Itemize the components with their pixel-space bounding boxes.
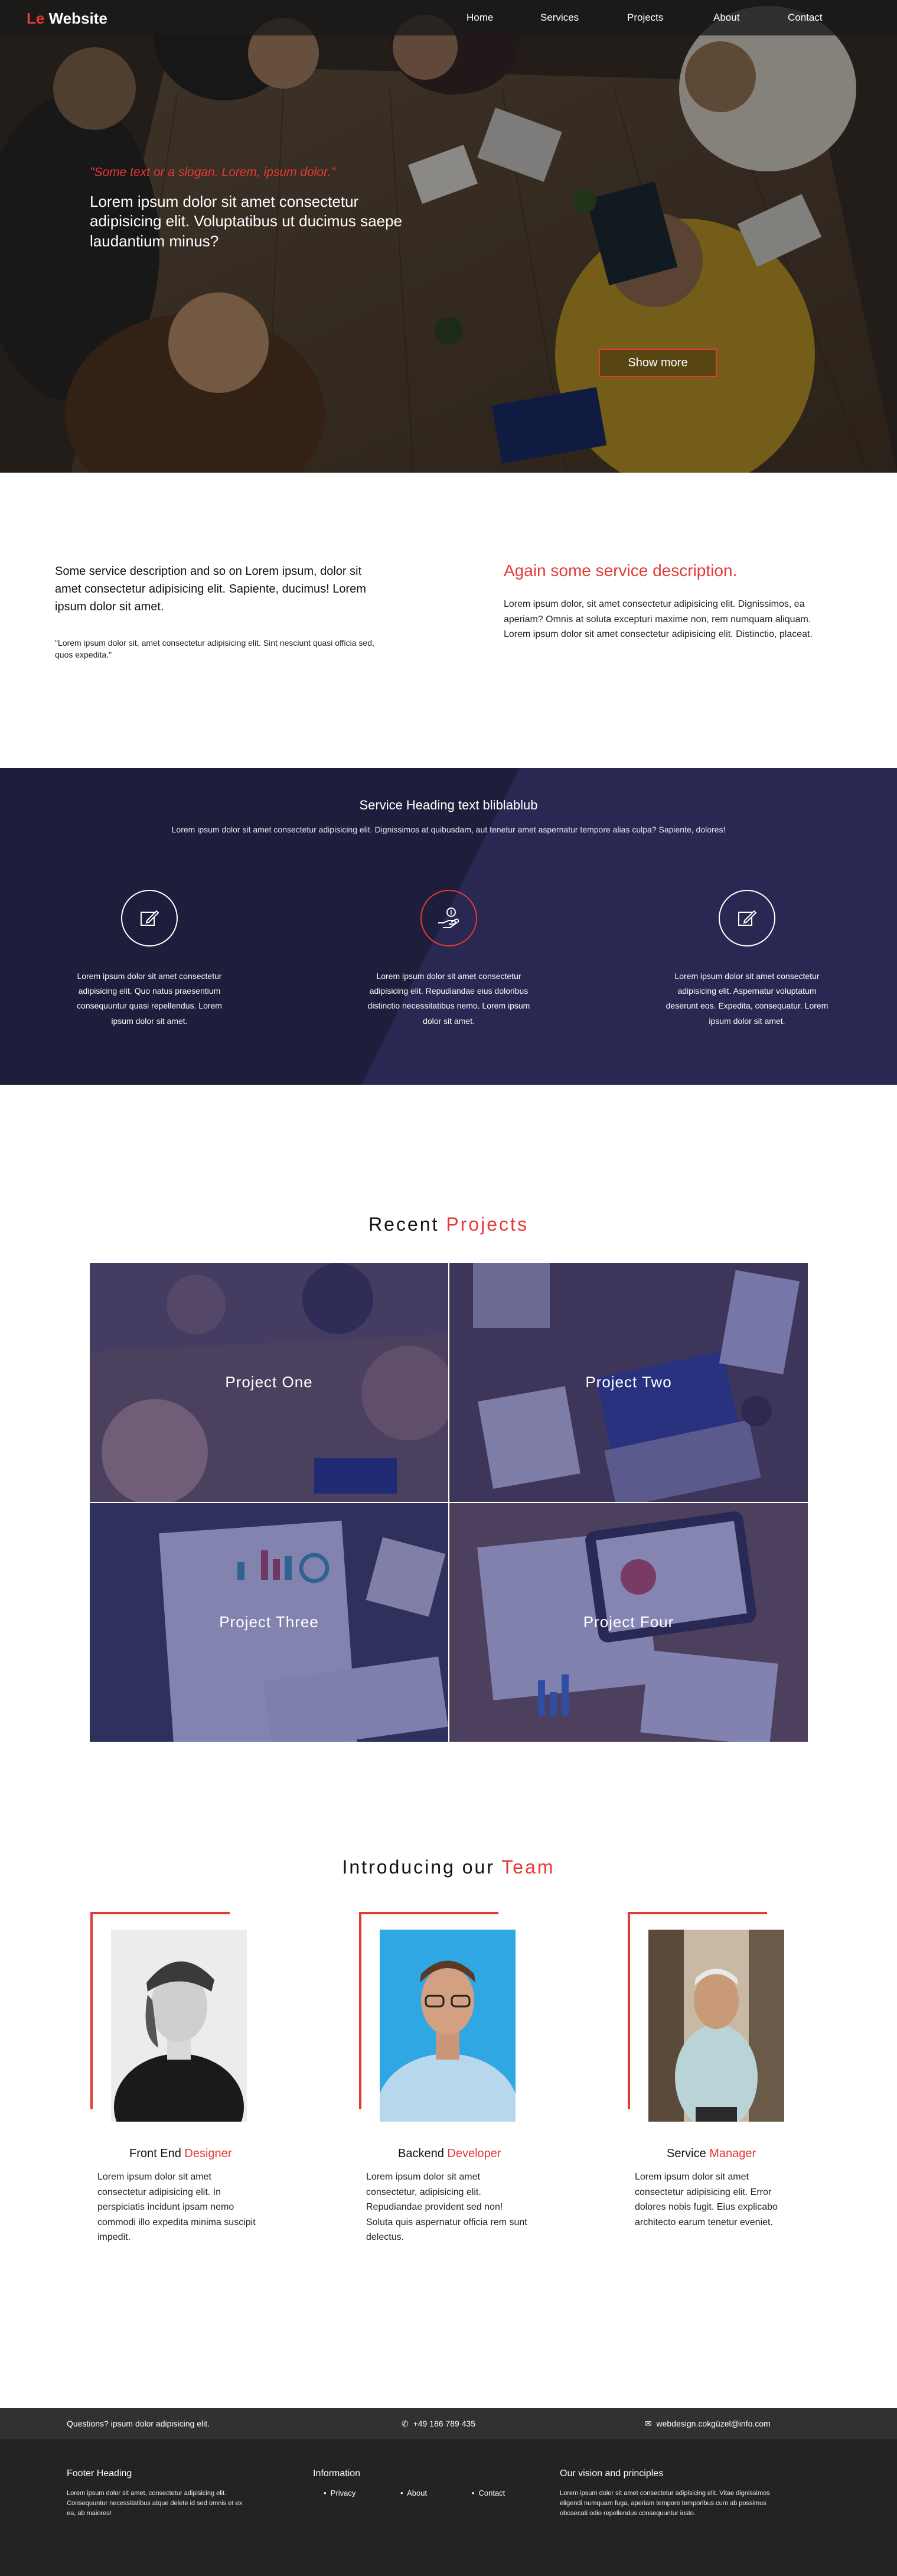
footer-contact-bar: Questions? ipsum dolor adipisicing elit.… (0, 2408, 897, 2439)
member-role-accent: Manager (709, 2147, 756, 2160)
team-title: Introducing our Team (0, 1856, 897, 1878)
service-card-text: Lorem ipsum dolor sit amet consectetur a… (77, 971, 222, 1026)
member-role: Backend Developer (398, 2147, 501, 2161)
mail-icon: ✉ (645, 2419, 652, 2428)
nav-services[interactable]: Services (540, 12, 579, 24)
service-card-text: Lorem ipsum dolor sit amet consectetur a… (367, 971, 530, 1026)
project-four-label: Project Four (583, 1613, 674, 1631)
service-card-text: Lorem ipsum dolor sit amet consectetur a… (666, 971, 828, 1026)
team-title-accent: Team (501, 1856, 555, 1878)
service-description-heading: Again some service description. (504, 561, 738, 580)
edit-icon (719, 890, 775, 947)
hero-section: "Some text or a slogan. Lorem, ipsum dol… (0, 0, 897, 473)
member-photo (380, 1930, 516, 2122)
footer-phone-number: +49 186 789 435 (413, 2419, 476, 2428)
service-description-section: Some service description and so on Lorem… (0, 473, 897, 768)
project-tile-one[interactable]: Project One (90, 1263, 448, 1502)
footer-question: Questions? ipsum dolor adipisicing elit. (67, 2419, 210, 2428)
footer-links: • Privacy • About • Contact (324, 2489, 547, 2497)
member-bio: Lorem ipsum dolor sit amet consectetur, … (366, 2172, 527, 2243)
service-band: Service Heading text bliblablub Lorem ip… (0, 768, 897, 1085)
show-more-button[interactable]: Show more (599, 349, 717, 377)
project-tile-two[interactable]: Project Two (449, 1263, 808, 1502)
service-card: Lorem ipsum dolor sit amet consectetur a… (664, 890, 830, 1029)
service-quote: "Lorem ipsum dolor sit, amet consectetur… (55, 638, 374, 660)
project-two-label: Project Two (585, 1373, 672, 1391)
footer-vision-text: Lorem ipsum dolor sit amet consectetur a… (560, 2490, 770, 2518)
hand-coin-icon (420, 890, 477, 947)
member-role-plain: Backend (398, 2147, 444, 2160)
footer-text: Lorem ipsum dolor sit amet, consectetur … (67, 2490, 243, 2518)
footer-link-about[interactable]: • About (400, 2489, 448, 2497)
project-tile-three[interactable]: Project Three (90, 1503, 448, 1742)
team-member: Backend Developer Lorem ipsum dolor sit … (359, 1912, 583, 2266)
projects-section: Recent Projects Project One Project Two (0, 1085, 897, 1817)
nav-contact[interactable]: Contact (788, 12, 823, 24)
member-bio: Lorem ipsum dolor sit amet consectetur a… (97, 2172, 256, 2243)
hero-title: Lorem ipsum dolor sit amet consectetur a… (90, 193, 402, 250)
nav-home[interactable]: Home (467, 12, 493, 24)
team-title-plain: Introducing our (342, 1856, 495, 1878)
footer-email-address: webdesign.cokgüzel@info.com (656, 2419, 771, 2428)
footer-link-privacy[interactable]: • Privacy (324, 2489, 377, 2497)
projects-title-accent: Projects (446, 1214, 529, 1235)
footer-link-label: About (407, 2489, 428, 2497)
member-photo (111, 1930, 247, 2122)
logo-text: Website (48, 9, 107, 27)
member-role-accent: Designer (184, 2147, 232, 2160)
member-bio: Lorem ipsum dolor sit amet consectetur a… (635, 2172, 778, 2227)
footer-phone[interactable]: ✆ +49 186 789 435 (402, 2419, 475, 2429)
service-description-paragraph: Lorem ipsum dolor, sit amet consectetur … (504, 599, 813, 640)
service-card: Lorem ipsum dolor sit amet consectetur a… (67, 890, 232, 1029)
footer-link-label: Privacy (330, 2489, 356, 2497)
site-logo[interactable]: Le Website (27, 9, 107, 28)
footer-main: Footer Heading Lorem ipsum dolor sit ame… (0, 2439, 897, 2576)
footer-vision-heading: Our vision and principles (560, 2468, 664, 2479)
footer: Questions? ipsum dolor adipisicing elit.… (0, 2408, 897, 2576)
footer-email[interactable]: ✉ webdesign.cokgüzel@info.com (645, 2419, 771, 2429)
footer-information-heading: Information (313, 2468, 361, 2479)
nav-about[interactable]: About (713, 12, 739, 24)
member-role: Service Manager (667, 2147, 756, 2161)
service-heading: Service Heading text bliblablub (359, 798, 538, 812)
project-one-label: Project One (225, 1373, 313, 1391)
project-tile-four[interactable]: Project Four (449, 1503, 808, 1742)
hero-slogan: "Some text or a slogan. Lorem, ipsum dol… (90, 165, 335, 179)
service-subheading: Lorem ipsum dolor sit amet consectetur a… (171, 825, 726, 834)
project-three-label: Project Three (219, 1613, 319, 1631)
team-member: Service Manager Lorem ipsum dolor sit am… (628, 1912, 852, 2266)
projects-title: Recent Projects (0, 1214, 897, 1235)
team-member: Front End Designer Lorem ipsum dolor sit… (90, 1912, 315, 2266)
member-role-accent: Developer (447, 2147, 501, 2160)
projects-title-plain: Recent (368, 1214, 439, 1235)
service-card: Lorem ipsum dolor sit amet consectetur a… (366, 890, 531, 1029)
member-role-plain: Front End (129, 2147, 181, 2160)
edit-icon (121, 890, 178, 947)
logo-accent: Le (27, 9, 45, 27)
member-role: Front End Designer (129, 2147, 231, 2161)
footer-link-label: Contact (478, 2489, 505, 2497)
top-navbar: Le Website Home Services Projects About … (0, 0, 897, 35)
nav-projects[interactable]: Projects (627, 12, 663, 24)
service-description-text: Some service description and so on Lorem… (55, 565, 366, 613)
member-photo (648, 1930, 784, 2122)
team-section: Introducing our Team Front End Designer … (0, 1817, 897, 2408)
footer-link-contact[interactable]: • Contact (472, 2489, 527, 2497)
phone-icon: ✆ (402, 2419, 409, 2428)
member-role-plain: Service (667, 2147, 706, 2160)
footer-heading: Footer Heading (67, 2468, 132, 2479)
